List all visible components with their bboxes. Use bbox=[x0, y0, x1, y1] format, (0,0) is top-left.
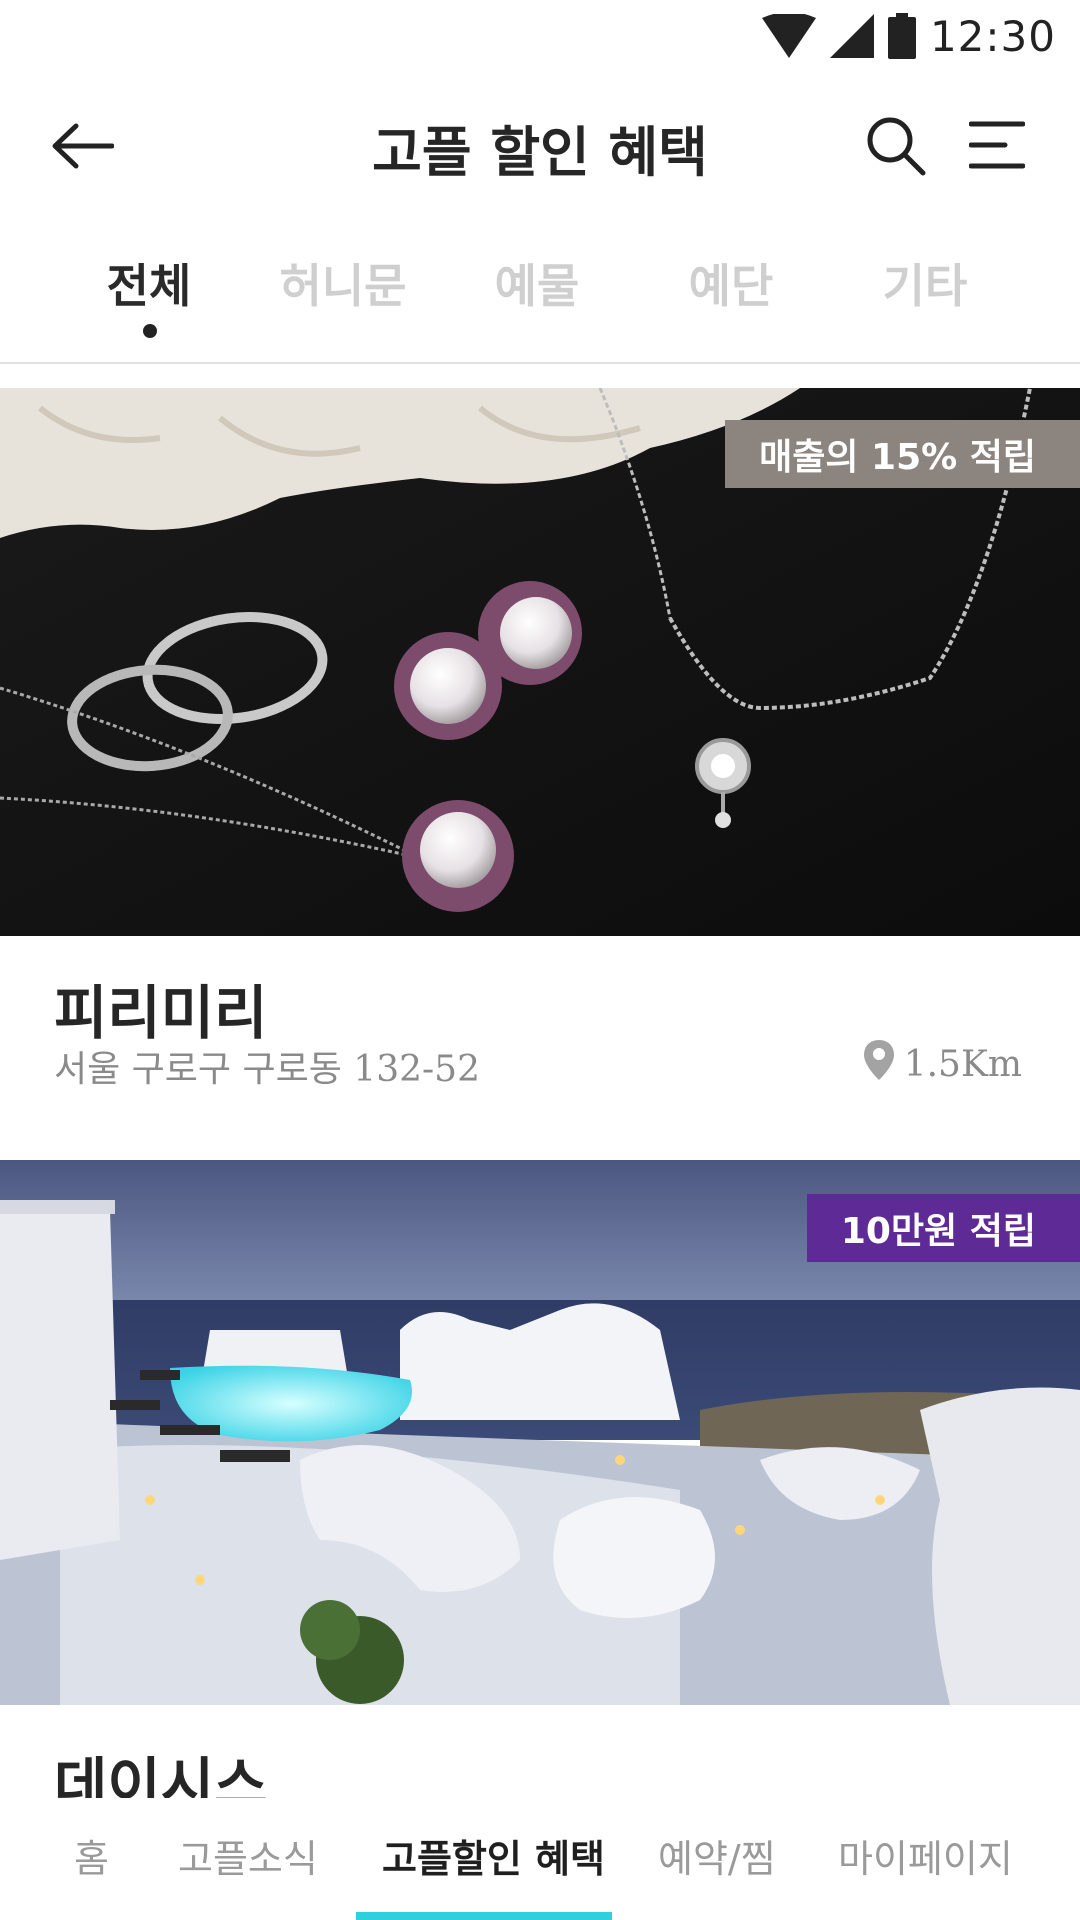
status-icons: 12:30 bbox=[761, 10, 1056, 62]
distance-value: 1.5Km bbox=[903, 1044, 1022, 1085]
menu-button[interactable] bbox=[964, 114, 1030, 180]
nav-active-indicator bbox=[356, 1912, 612, 1920]
nav-gople-discount[interactable]: 고플할인 혜택 bbox=[382, 1828, 605, 1883]
listing-title[interactable]: 피리미리 bbox=[54, 966, 267, 1050]
battery-icon bbox=[887, 13, 916, 59]
tab-honeymoon[interactable]: 허니문 bbox=[268, 250, 418, 316]
nav-gople-news[interactable]: 고플소식 bbox=[178, 1828, 318, 1883]
listing-address: 서울 구로구 구로동 132-52 bbox=[54, 1049, 480, 1090]
reward-badge: 매출의 15% 적립 bbox=[725, 420, 1080, 488]
active-tab-indicator bbox=[143, 324, 157, 338]
tab-wedding-gifts[interactable]: 예물 bbox=[462, 250, 612, 316]
listing-image-resort[interactable]: 10만원 적립 bbox=[0, 1160, 1080, 1705]
nav-mypage[interactable]: 마이페이지 bbox=[838, 1828, 1013, 1883]
nav-home[interactable]: 홈 bbox=[74, 1828, 109, 1883]
listing-image-jewelry[interactable]: 매출의 15% 적립 bbox=[0, 388, 1080, 936]
category-tabs: 전체 허니문 예물 예단 기타 bbox=[0, 222, 1080, 364]
bottom-navigation: 홈 고플소식 고플할인 혜택 예약/찜 마이페이지 bbox=[0, 1798, 1080, 1920]
menu-icon bbox=[968, 120, 1026, 174]
tab-all[interactable]: 전체 bbox=[74, 250, 224, 316]
listing-distance: 1.5Km bbox=[863, 1040, 1022, 1089]
location-pin-icon bbox=[863, 1040, 894, 1089]
reward-badge: 10만원 적립 bbox=[806, 1194, 1080, 1262]
tab-etc[interactable]: 기타 bbox=[850, 250, 1000, 316]
search-icon bbox=[865, 115, 927, 181]
app-bar: 고플 할인 혜택 bbox=[0, 72, 1080, 222]
search-button[interactable] bbox=[860, 112, 932, 184]
status-bar: 12:30 bbox=[0, 0, 1080, 72]
cell-signal-icon bbox=[829, 14, 874, 58]
status-time: 12:30 bbox=[929, 11, 1056, 61]
nav-reservations[interactable]: 예약/찜 bbox=[658, 1828, 776, 1883]
wifi-icon bbox=[761, 14, 816, 58]
tab-wedding-presents[interactable]: 예단 bbox=[656, 250, 806, 316]
